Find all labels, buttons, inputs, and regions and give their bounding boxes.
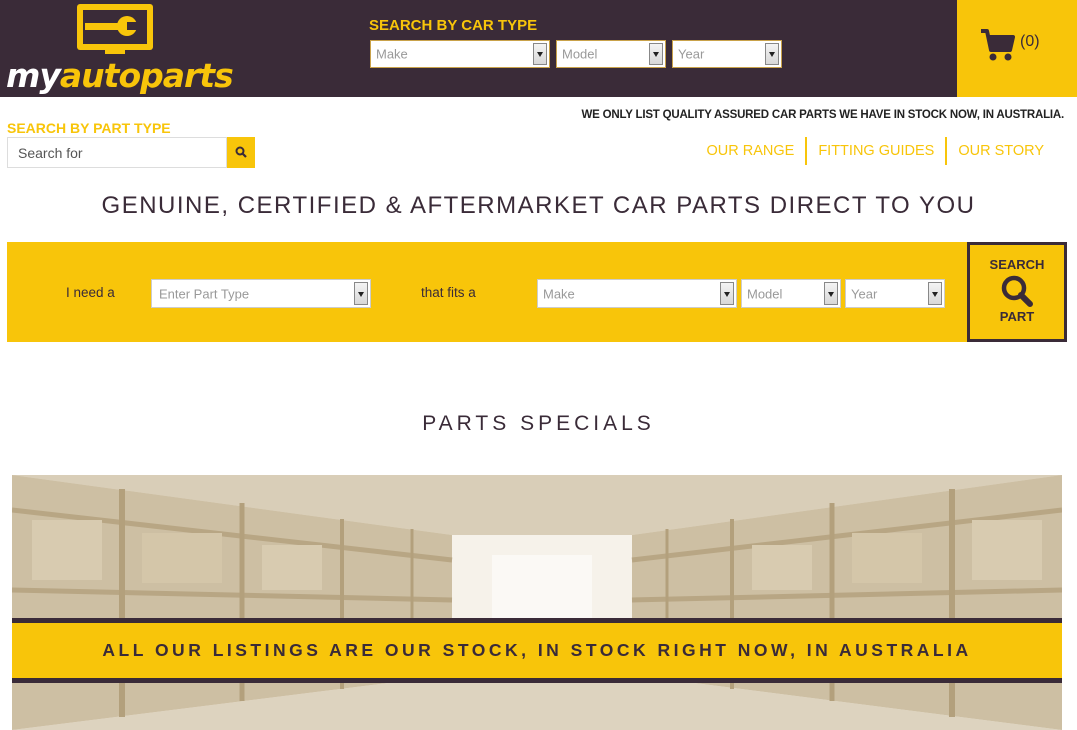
parts-specials-title: PARTS SPECIALS [422,412,655,435]
logo-parts: parts [140,56,234,95]
part-type-value: Enter Part Type [159,286,250,301]
main-nav: OUR RANGE FITTING GUIDES OUR STORY [695,137,1055,165]
warehouse-banner-image[interactable] [12,475,1062,730]
shopping-cart-icon [981,29,1015,61]
header-year-select[interactable]: Year [672,40,782,68]
wrench-logo-icon[interactable] [75,2,155,54]
page-headline: GENUINE, CERTIFIED & AFTERMARKET CAR PAR… [101,192,976,219]
finder-make-value: Make [543,286,575,301]
header-make-value: Make [376,46,408,62]
search-part-label-1: SEARCH [989,257,1045,272]
finder-fits-label: that fits a [421,285,476,300]
site-header: myautoparts SEARCH BY CAR TYPE Make Mode… [0,0,1077,97]
header-make-select[interactable]: Make [370,40,550,68]
logo-wordmark[interactable]: myautoparts [6,56,234,96]
chevron-down-icon [765,43,779,65]
cart-button[interactable]: (0) [957,0,1077,97]
chevron-down-icon [354,282,368,305]
chevron-down-icon [720,282,734,305]
part-search-button[interactable] [227,137,255,168]
chevron-down-icon [649,43,663,65]
tagline: WE ONLY LIST QUALITY ASSURED CAR PARTS W… [581,109,1065,121]
header-year-value: Year [678,46,705,62]
part-search-input[interactable]: Search for [7,137,227,168]
search-part-button[interactable]: SEARCH PART [967,242,1067,342]
part-type-select[interactable]: Enter Part Type [151,279,371,308]
chevron-down-icon [824,282,838,305]
part-finder: I need a Enter Part Type that fits a Mak… [7,242,1067,342]
part-search-placeholder: Search for [18,145,83,161]
stock-banner: ALL OUR LISTINGS ARE OUR STOCK, IN STOCK… [12,618,1062,683]
logo-my: my [6,56,61,95]
search-icon [235,146,247,158]
nav-our-story[interactable]: OUR STORY [945,137,1055,165]
header-model-value: Model [562,46,598,62]
search-part-label-2: PART [999,309,1035,324]
search-icon [1001,275,1033,307]
nav-fitting-guides[interactable]: FITTING GUIDES [805,137,945,165]
cart-count: (0) [1020,33,1040,50]
part-search-label: SEARCH BY PART TYPE [7,120,171,136]
header-model-select[interactable]: Model [556,40,666,68]
finder-year-value: Year [851,286,878,301]
finder-i-need-label: I need a [66,285,115,300]
chevron-down-icon [928,282,942,305]
chevron-down-icon [533,43,547,65]
finder-year-select[interactable]: Year [845,279,945,308]
finder-model-value: Model [747,286,783,301]
nav-our-range[interactable]: OUR RANGE [695,137,805,165]
finder-make-select[interactable]: Make [537,279,737,308]
finder-model-select[interactable]: Model [741,279,841,308]
logo-auto: auto [59,56,141,95]
car-search-label: SEARCH BY CAR TYPE [369,17,538,34]
warehouse-illustration [12,475,1062,730]
